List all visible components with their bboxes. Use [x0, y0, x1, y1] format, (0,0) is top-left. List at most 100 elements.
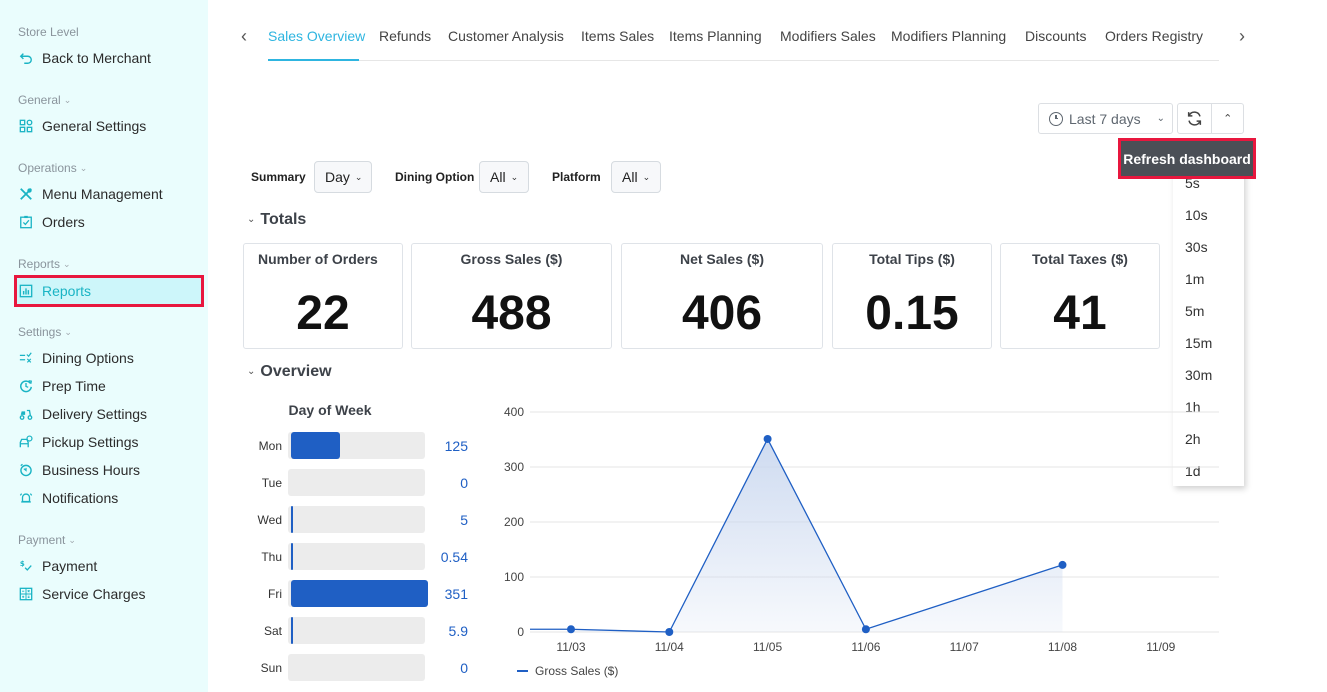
- group-label: Payment: [18, 533, 66, 547]
- bar-track: [288, 506, 425, 533]
- day-value: 0: [460, 475, 468, 491]
- sidebar-item-prep-time[interactable]: Prep Time: [14, 372, 204, 400]
- sidebar-group-operations[interactable]: Operations ⌄: [18, 161, 87, 175]
- card-value: 0.15: [865, 287, 959, 340]
- card-title: Number of Orders: [258, 251, 378, 267]
- tab-items-sales[interactable]: Items Sales: [581, 28, 654, 44]
- chevron-down-icon: ⌄: [63, 259, 71, 269]
- gross-sales-chart: 0 100 200 300 400 11/03 11/04 11/05 11/06 11/07 11…: [490, 400, 1230, 690]
- sidebar-item-business-hours[interactable]: Business Hours: [14, 456, 204, 484]
- tab-refunds[interactable]: Refunds: [379, 28, 431, 44]
- bar-track: [288, 469, 425, 496]
- sidebar-item-back-to-merchant[interactable]: Back to Merchant: [14, 44, 204, 72]
- bar-fill[interactable]: [291, 432, 340, 459]
- refresh-interval-option[interactable]: 30s: [1185, 239, 1208, 255]
- sidebar-group-payment[interactable]: Payment ⌄: [18, 533, 76, 547]
- sidebar-item-notifications[interactable]: Notifications: [14, 484, 204, 512]
- sidebar-item-reports[interactable]: Reports: [14, 275, 204, 307]
- bar-fill[interactable]: [291, 617, 294, 644]
- sidebar-item-payment[interactable]: $ Payment: [14, 552, 204, 580]
- refresh-button[interactable]: [1178, 104, 1211, 133]
- card-title: Total Taxes ($): [1032, 251, 1128, 267]
- refresh-icon: [1188, 111, 1202, 126]
- bar-fill[interactable]: [291, 543, 293, 570]
- summary-select[interactable]: Day ⌄: [314, 161, 372, 193]
- card-value: 406: [681, 287, 763, 340]
- x-tick-label: 11/03: [556, 640, 585, 654]
- day-of-week-row: Mon 125: [250, 432, 480, 460]
- total-card: Net Sales ($) 406: [621, 243, 823, 349]
- sidebar-item-menu-management[interactable]: Menu Management: [14, 180, 204, 208]
- total-card: Total Tips ($) 0.15: [832, 243, 992, 349]
- day-label: Thu: [261, 550, 282, 564]
- refresh-interval-option[interactable]: 30m: [1185, 367, 1212, 383]
- sidebar-item-delivery-settings[interactable]: Delivery Settings: [14, 400, 204, 428]
- data-point[interactable]: [665, 628, 674, 636]
- day-of-week-row: Wed 5: [250, 506, 480, 534]
- sidebar-item-label: Notifications: [42, 490, 119, 506]
- chevron-down-icon: ⌄: [642, 171, 651, 182]
- chart-legend[interactable]: Gross Sales ($): [517, 664, 618, 678]
- chevron-down-icon: ⌄: [247, 214, 256, 225]
- overview-section-toggle[interactable]: ⌄ Overview: [247, 363, 332, 381]
- sidebar-item-orders[interactable]: Orders: [14, 208, 204, 236]
- active-tab-indicator: [268, 59, 359, 61]
- refresh-interval-option[interactable]: 5m: [1185, 303, 1204, 319]
- bar-track: [288, 543, 425, 570]
- chevron-left-icon[interactable]: ‹: [234, 26, 254, 47]
- card-title: Gross Sales ($): [460, 251, 563, 267]
- totals-section-toggle[interactable]: ⌄ Totals: [247, 211, 306, 229]
- tab-customer-analysis[interactable]: Customer Analysis: [448, 28, 564, 44]
- tab-modifiers-planning[interactable]: Modifiers Planning: [891, 28, 1006, 44]
- date-range-select[interactable]: Last 7 days ⌄: [1038, 103, 1173, 134]
- refresh-interval-option[interactable]: 1m: [1185, 271, 1204, 287]
- legend-label: Gross Sales ($): [535, 664, 619, 678]
- card-title: Net Sales ($): [679, 251, 765, 267]
- date-range-value: Last 7 days: [1069, 110, 1141, 127]
- refresh-interval-option[interactable]: 10s: [1185, 207, 1208, 223]
- tab-modifiers-sales[interactable]: Modifiers Sales: [780, 28, 876, 44]
- bar-track: [288, 654, 425, 681]
- y-tick-label: 200: [504, 515, 524, 529]
- tab-orders-registry[interactable]: Orders Registry: [1105, 28, 1203, 44]
- data-point[interactable]: [567, 625, 575, 634]
- group-label: Settings: [18, 325, 62, 339]
- tab-sales-overview[interactable]: Sales Overview: [268, 28, 365, 44]
- group-label: General: [18, 93, 61, 107]
- data-point[interactable]: [763, 434, 772, 443]
- dollar-check-icon: $: [18, 558, 34, 574]
- tab-discounts[interactable]: Discounts: [1025, 28, 1086, 44]
- sidebar-item-general-settings[interactable]: General Settings: [14, 112, 204, 140]
- refresh-interval-option[interactable]: 15m: [1185, 335, 1212, 351]
- day-value: 5.9: [448, 623, 468, 639]
- sidebar-group-reports[interactable]: Reports ⌄: [18, 257, 71, 271]
- tab-items-planning[interactable]: Items Planning: [669, 28, 762, 44]
- sidebar-item-pickup-settings[interactable]: Pickup Settings: [14, 428, 204, 456]
- chevron-up-icon: ⌃: [1223, 113, 1233, 125]
- x-tick-label: 11/05: [753, 640, 782, 654]
- dining-option-label: Dining Option: [395, 170, 475, 184]
- bar-fill[interactable]: [291, 506, 293, 533]
- bar-fill[interactable]: [291, 580, 428, 607]
- sidebar-item-service-charges[interactable]: Service Charges: [14, 580, 204, 608]
- y-tick-label: 100: [504, 570, 524, 584]
- chevron-right-icon[interactable]: ›: [1232, 26, 1252, 47]
- refresh-interval-toggle[interactable]: ⌃: [1211, 104, 1243, 133]
- chevron-down-icon: ⌄: [79, 163, 88, 173]
- sidebar-group-settings[interactable]: Settings ⌄: [18, 325, 72, 339]
- bar-track: [288, 617, 425, 644]
- sidebar-group-general[interactable]: General ⌄: [18, 93, 71, 107]
- platform-select[interactable]: All ⌄: [611, 161, 661, 193]
- total-card: Number of Orders 22: [243, 243, 403, 349]
- data-point[interactable]: [861, 625, 870, 634]
- day-value: 0.54: [440, 549, 468, 565]
- dining-option-select[interactable]: All ⌄: [479, 161, 529, 193]
- day-of-week-row: Tue 0: [250, 469, 480, 497]
- summary-value: Day: [325, 169, 350, 185]
- card-value: 22: [296, 287, 350, 340]
- data-point[interactable]: [1058, 560, 1067, 569]
- card-value: 488: [471, 287, 552, 340]
- sidebar-item-dining-options[interactable]: Dining Options: [14, 344, 204, 372]
- x-tick-label: 11/09: [1146, 640, 1175, 654]
- day-of-week-title: Day of Week: [288, 402, 372, 418]
